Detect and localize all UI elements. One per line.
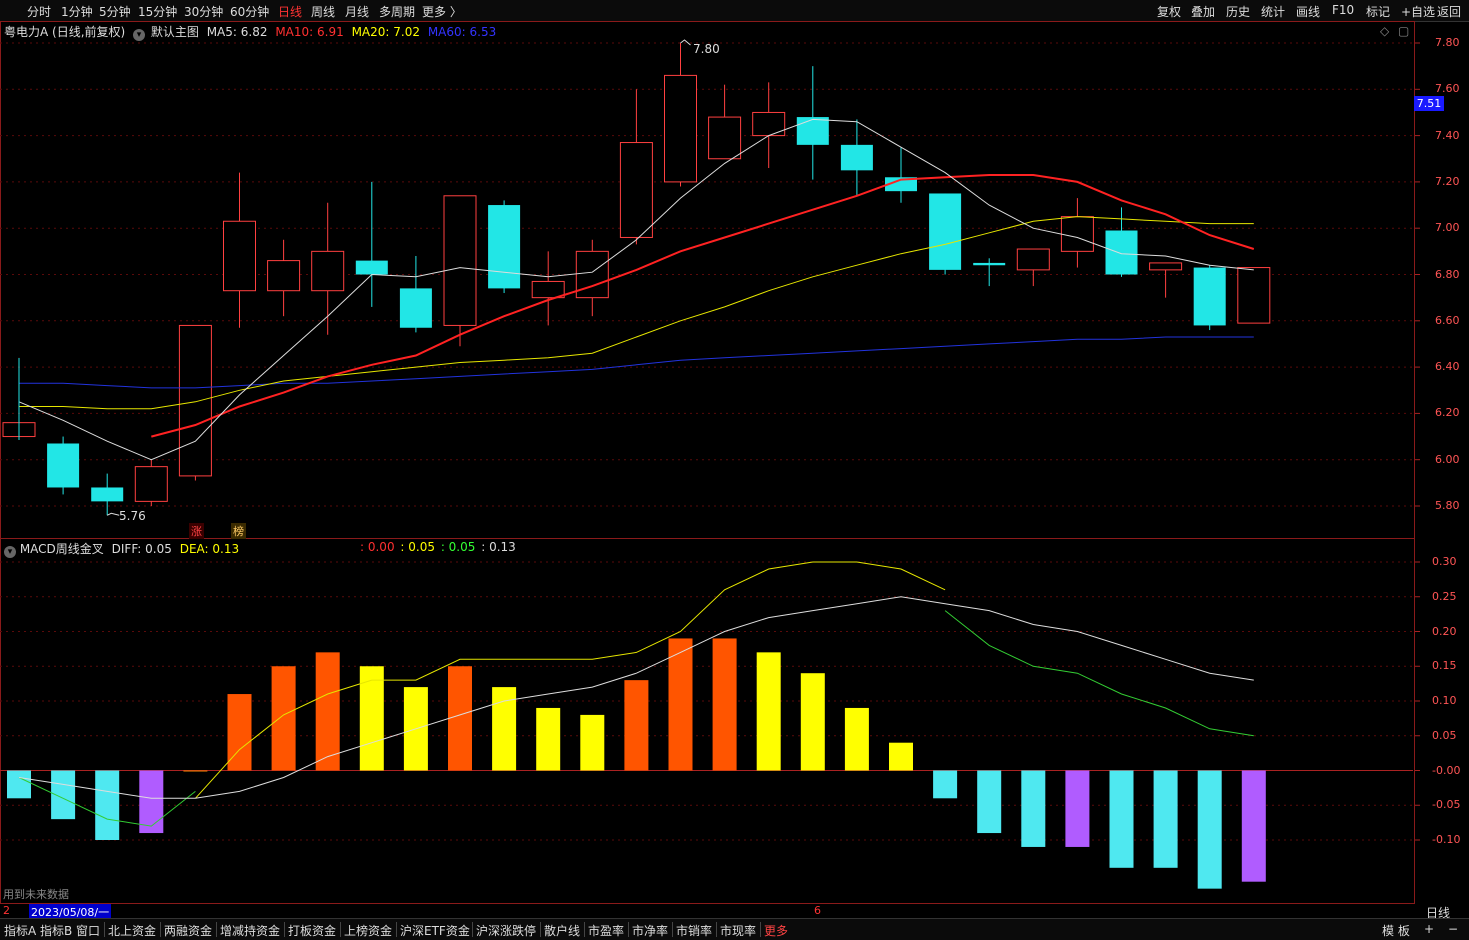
ma10-line bbox=[151, 174, 1255, 438]
tab-board-funds[interactable]: 打板资金 bbox=[288, 922, 336, 939]
tab-pcf[interactable]: 市现率 bbox=[720, 922, 756, 939]
candle-body-down bbox=[1105, 230, 1138, 275]
macd-bar bbox=[1153, 770, 1178, 868]
macd-bar bbox=[7, 770, 31, 799]
tab-retail-line[interactable]: 散户线 bbox=[544, 922, 580, 939]
tab-etf-funds[interactable]: 沪深ETF资金 bbox=[400, 922, 470, 939]
tab-listing-funds[interactable]: 上榜资金 bbox=[344, 922, 392, 939]
tab-more-indicators[interactable]: 更多 bbox=[764, 922, 788, 939]
tab-margin[interactable]: 两融资金 bbox=[164, 922, 212, 939]
tab-ps[interactable]: 市销率 bbox=[676, 922, 712, 939]
template-button[interactable]: 模 板 bbox=[1382, 922, 1410, 939]
macd-bar bbox=[183, 770, 208, 772]
macd-bar bbox=[536, 707, 561, 771]
candle-body-up bbox=[575, 250, 609, 299]
low-price-label: 5.76 bbox=[119, 509, 146, 523]
tab-window[interactable]: 窗口 bbox=[76, 922, 100, 939]
macd-bar bbox=[624, 680, 649, 771]
macd-green-line bbox=[944, 610, 1254, 737]
kline-chart[interactable] bbox=[0, 0, 1469, 939]
candle-body-up bbox=[708, 116, 742, 160]
candle-body-down bbox=[1193, 267, 1226, 326]
macd-bar bbox=[977, 770, 1002, 834]
zoom-in-button[interactable]: + bbox=[1424, 922, 1434, 936]
macd-bar bbox=[1021, 770, 1046, 847]
macd-bar bbox=[139, 770, 164, 834]
macd-bar bbox=[668, 638, 693, 771]
candle-body-down bbox=[840, 144, 873, 171]
macd-bar bbox=[271, 666, 296, 771]
tab-holdings-change[interactable]: 增减持资金 bbox=[220, 922, 280, 939]
candle-body-up bbox=[1149, 262, 1183, 271]
limit-up-badge[interactable]: 涨 bbox=[189, 523, 204, 539]
macd-bar bbox=[1065, 770, 1090, 847]
macd-yellow-line bbox=[195, 561, 946, 799]
candle-body-up bbox=[134, 466, 168, 502]
candle-body-up bbox=[178, 324, 212, 477]
macd-bar bbox=[448, 666, 472, 771]
tab-indicator-b[interactable]: 指标B bbox=[40, 922, 72, 939]
future-data-note: 用到未来数据 bbox=[3, 888, 69, 901]
candle-body-up bbox=[664, 74, 697, 183]
date-axis-start: 2 bbox=[3, 904, 10, 917]
candle-body-down bbox=[796, 117, 829, 145]
candle-body-down bbox=[91, 487, 124, 502]
macd-bar bbox=[359, 666, 384, 771]
macd-bar bbox=[800, 673, 825, 771]
candle-body-up bbox=[1060, 216, 1094, 252]
macd-bar bbox=[933, 770, 958, 799]
high-price-label: 7.80 bbox=[693, 42, 720, 56]
candle-body-up bbox=[1016, 248, 1050, 271]
candle-body-down bbox=[929, 193, 962, 270]
candle-body-down bbox=[488, 205, 521, 289]
candle-body-down bbox=[47, 443, 80, 488]
macd-bar bbox=[580, 714, 605, 771]
zoom-out-button[interactable]: − bbox=[1448, 922, 1458, 936]
candle-body-up bbox=[443, 195, 477, 326]
macd-bar bbox=[844, 707, 869, 771]
candle-body-down bbox=[399, 288, 432, 328]
tab-pe[interactable]: 市盈率 bbox=[588, 922, 624, 939]
macd-bar bbox=[315, 652, 340, 771]
candle-body-down bbox=[355, 260, 388, 275]
candle-body-up bbox=[267, 260, 301, 292]
ranking-badge[interactable]: 榜 bbox=[231, 523, 246, 539]
candle-body-up bbox=[1237, 267, 1271, 324]
macd-bar bbox=[1109, 770, 1134, 868]
macd-bar bbox=[889, 742, 913, 771]
tab-pb[interactable]: 市净率 bbox=[632, 922, 668, 939]
macd-bar bbox=[756, 652, 781, 771]
candle-body-down bbox=[973, 262, 1006, 266]
macd-bar bbox=[1241, 770, 1266, 882]
tab-limit-stats[interactable]: 沪深涨跌停 bbox=[476, 922, 536, 939]
low-marker-arrow bbox=[106, 512, 120, 516]
candle-body-up bbox=[752, 111, 786, 137]
candle-body-up bbox=[531, 280, 565, 299]
macd-bar bbox=[712, 638, 737, 771]
macd-bar bbox=[95, 770, 120, 840]
candle-body-up bbox=[223, 220, 256, 292]
date-axis: 2 2023/05/08/一 6 日线 bbox=[0, 904, 1469, 920]
candle-body-up bbox=[311, 250, 345, 292]
macd-bar bbox=[1197, 770, 1222, 889]
tab-indicator-a[interactable]: 指标A bbox=[4, 922, 36, 939]
candle-body-up bbox=[619, 142, 653, 238]
tab-northbound[interactable]: 北上资金 bbox=[108, 922, 156, 939]
date-axis-mid: 6 bbox=[814, 904, 821, 917]
indicator-tabs-bar: 指标A 指标B 窗口 北上资金 两融资金 增减持资金 打板资金 上榜资金 沪深E… bbox=[0, 918, 1469, 940]
